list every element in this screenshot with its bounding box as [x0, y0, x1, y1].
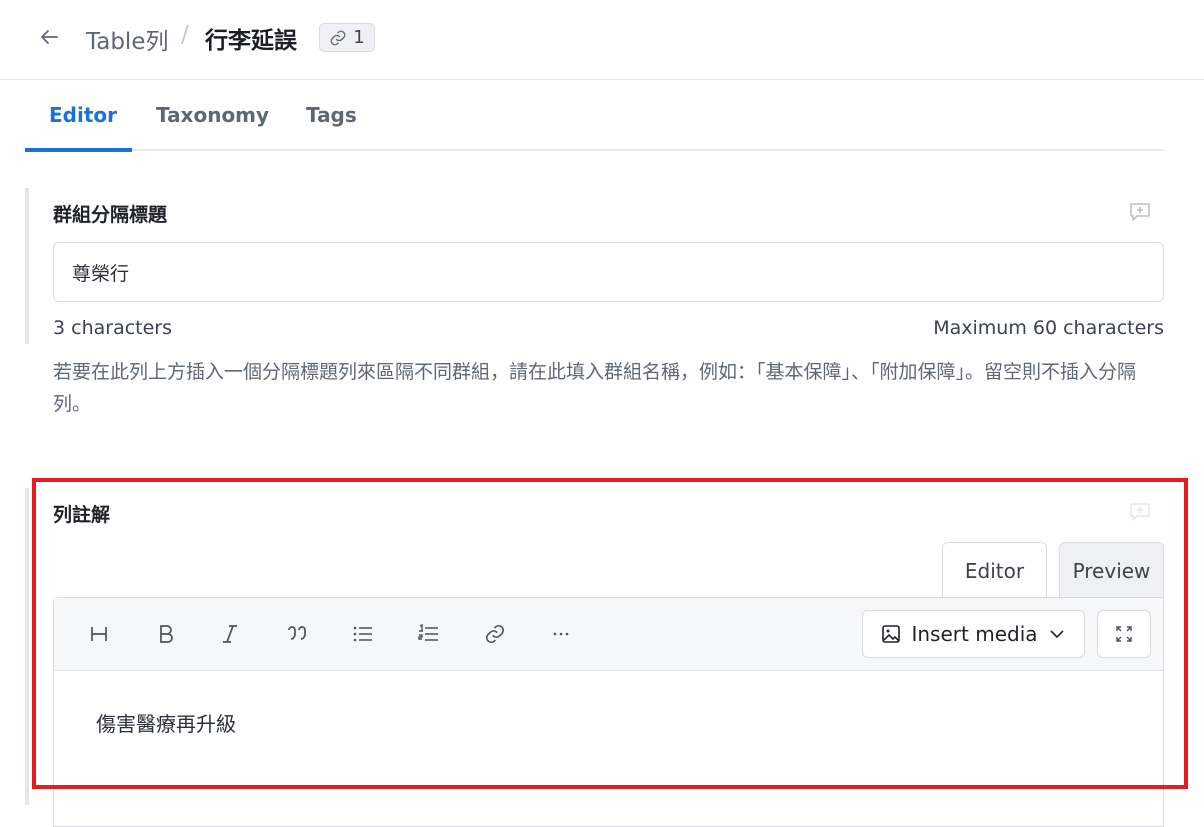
- chevron-down-icon: [1049, 630, 1064, 639]
- link-icon: [485, 624, 505, 644]
- link-count: 1: [353, 27, 365, 48]
- image-icon: [882, 625, 901, 643]
- help-text: 若要在此列上方插入一個分隔標題列來區隔不同群組，請在此填入群組名稱，例如：「基本…: [53, 361, 1137, 415]
- back-button[interactable]: [36, 24, 62, 50]
- heading-button[interactable]: [82, 620, 116, 648]
- tab-tags[interactable]: Tags: [306, 103, 357, 127]
- insert-media-button[interactable]: Insert media: [862, 610, 1085, 658]
- add-comment-icon: [1130, 503, 1150, 521]
- more-button[interactable]: [544, 620, 578, 648]
- add-comment-button[interactable]: [1129, 502, 1151, 522]
- add-comment-icon: [1130, 203, 1150, 221]
- character-count: 3 characters: [53, 317, 173, 339]
- row-note-label: 列註解: [53, 504, 111, 526]
- tab-editor[interactable]: Editor: [49, 103, 117, 127]
- bullet-list-icon: [353, 626, 372, 642]
- numbered-list-icon: [418, 624, 438, 641]
- link-icon: [330, 30, 346, 45]
- heading-icon: [91, 627, 107, 641]
- group-title-input[interactable]: [53, 242, 1164, 302]
- link-count-badge[interactable]: 1: [319, 23, 375, 52]
- max-characters: Maximum 60 characters: [933, 317, 1164, 339]
- insert-media-label: Insert media: [911, 622, 1038, 646]
- page-title: 行李延誤: [205, 28, 297, 54]
- bullet-list-button[interactable]: [346, 620, 380, 648]
- tab-taxonomy[interactable]: Taxonomy: [156, 103, 269, 127]
- expand-icon: [1116, 626, 1132, 642]
- add-comment-button[interactable]: [1129, 202, 1151, 222]
- fullscreen-button[interactable]: [1097, 610, 1151, 658]
- more-icon: [553, 632, 569, 636]
- bold-button[interactable]: [149, 620, 183, 648]
- quote-icon: [288, 626, 306, 640]
- editor-content[interactable]: 傷害醫療再升級: [96, 708, 236, 737]
- italic-button[interactable]: [213, 620, 247, 648]
- editor-mode-button[interactable]: Editor: [942, 542, 1047, 598]
- breadcrumb-link[interactable]: Table列: [86, 22, 168, 56]
- numbered-list-button[interactable]: [412, 620, 446, 648]
- active-tab-indicator: [25, 148, 132, 152]
- field-rail: [25, 488, 29, 805]
- italic-icon: [223, 625, 237, 643]
- breadcrumb-separator: /: [181, 22, 189, 48]
- preview-mode-button[interactable]: Preview: [1059, 542, 1164, 598]
- group-title-label: 群組分隔標題: [53, 204, 168, 226]
- arrow-left-icon: [41, 30, 58, 44]
- bold-icon: [160, 625, 173, 643]
- quote-button[interactable]: [280, 620, 314, 648]
- field-rail: [25, 188, 29, 344]
- link-button[interactable]: [478, 620, 512, 648]
- tabs-divider: [25, 149, 1164, 151]
